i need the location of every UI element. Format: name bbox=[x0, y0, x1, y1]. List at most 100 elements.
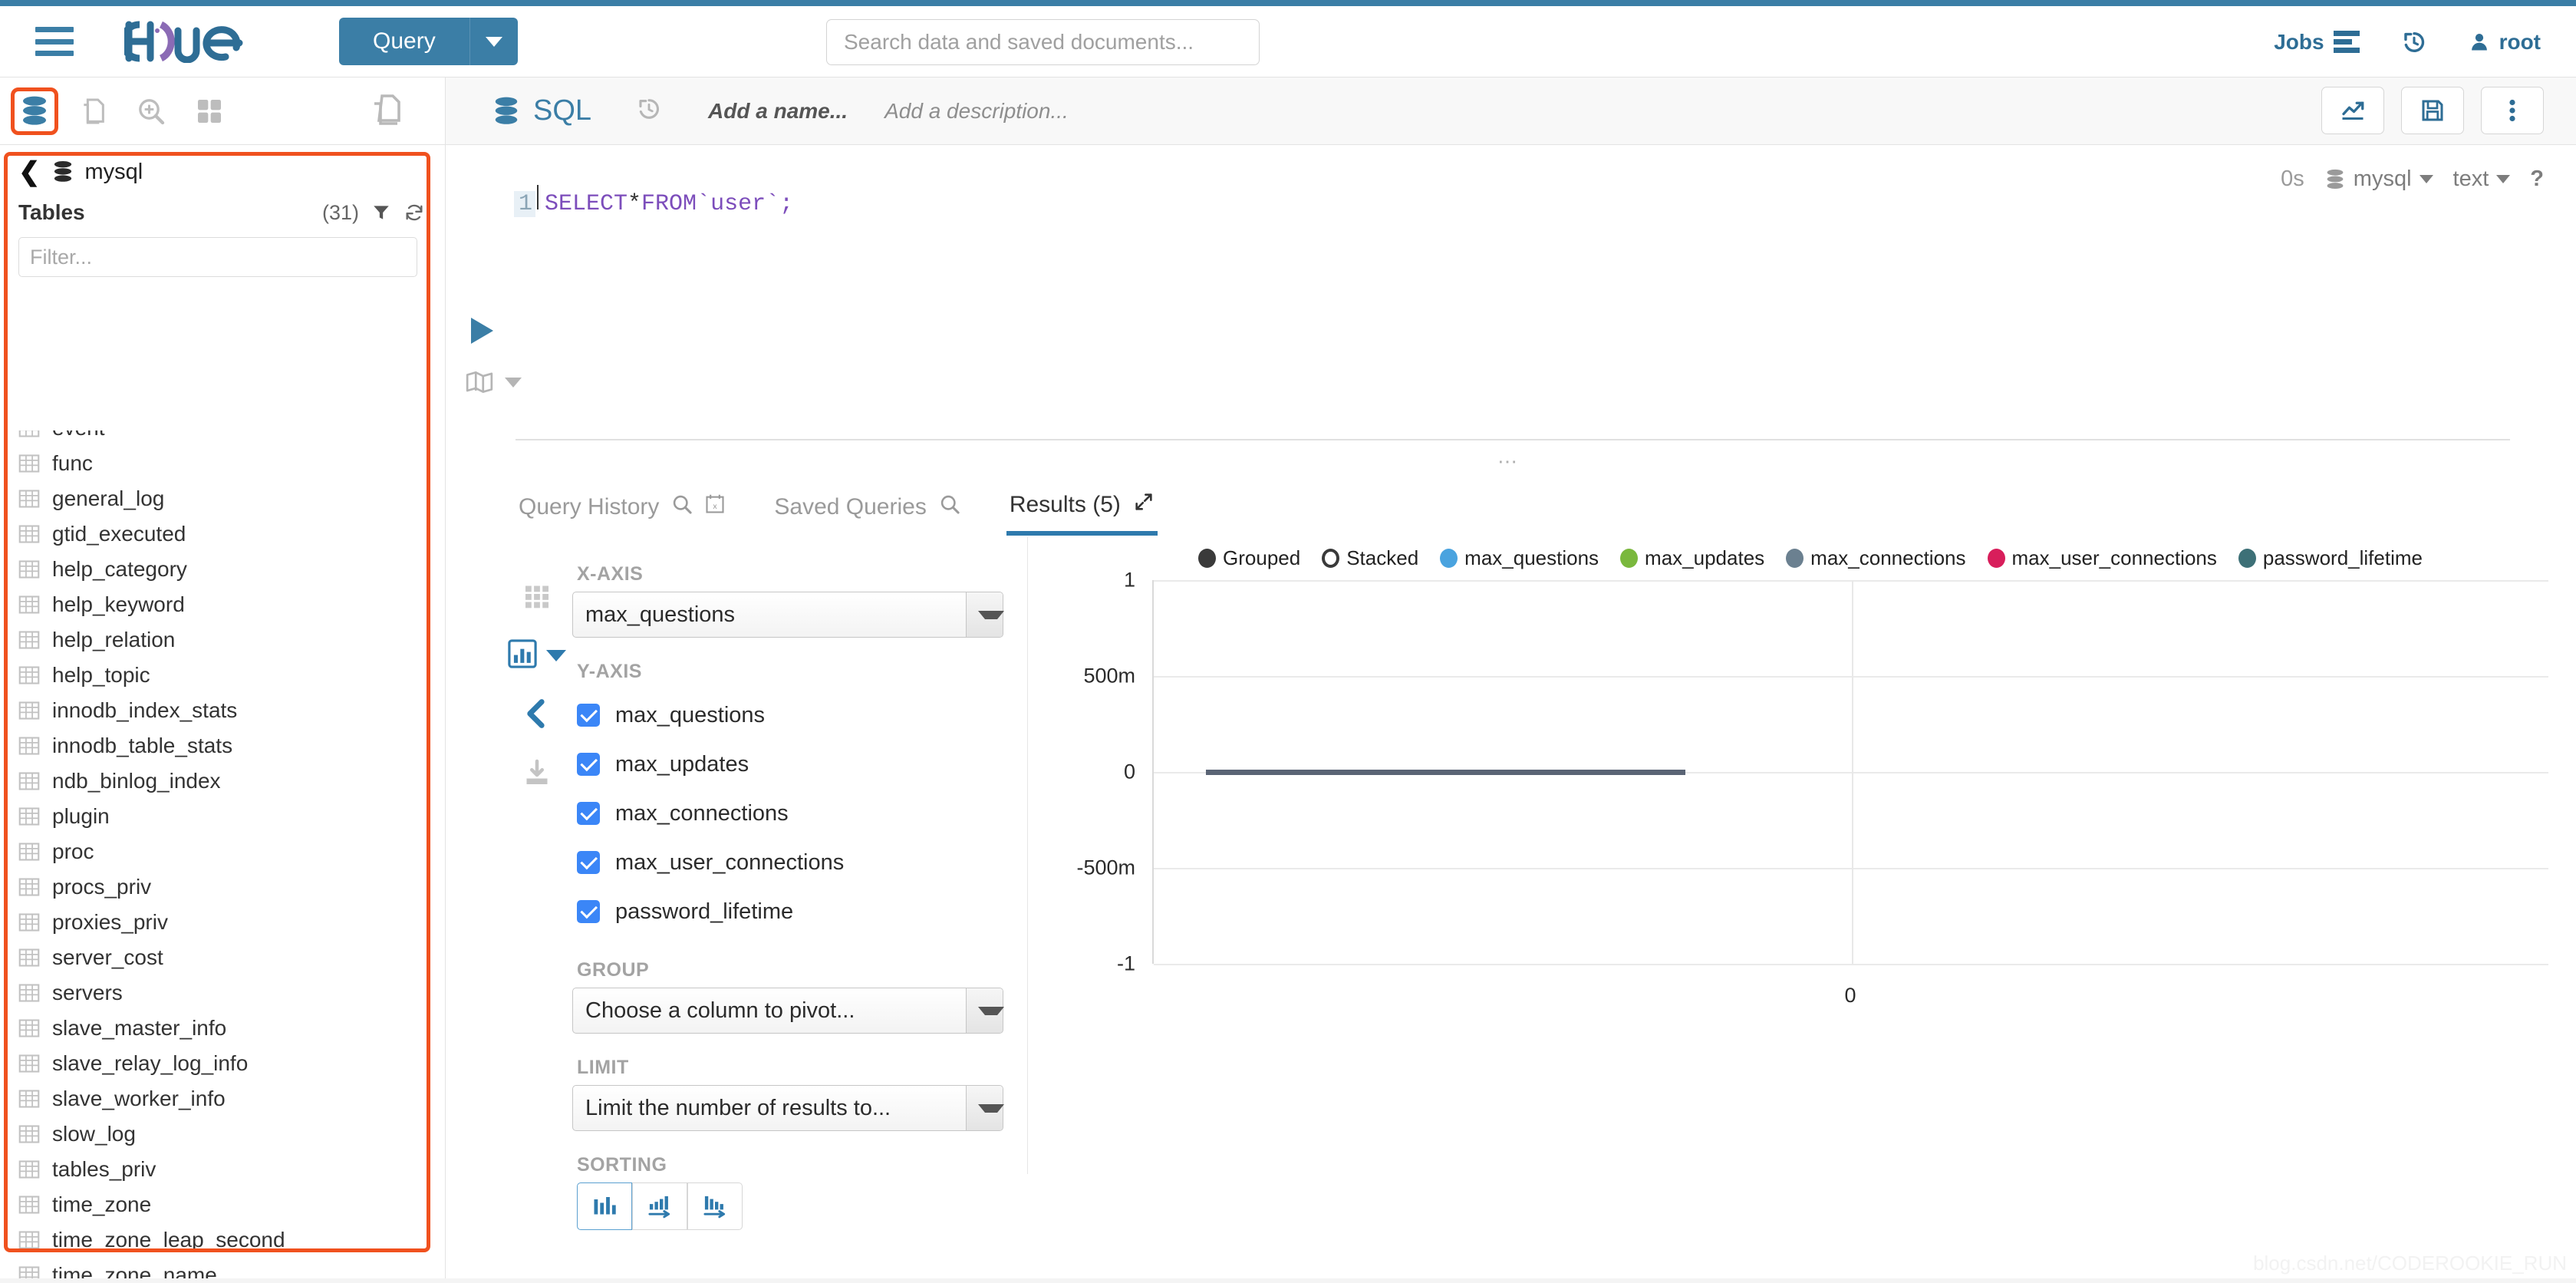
y-axis-option[interactable]: max_updates bbox=[572, 740, 1027, 789]
funnel-icon[interactable] bbox=[371, 203, 391, 223]
sort-ascending-button[interactable] bbox=[632, 1182, 687, 1230]
table-list-item[interactable]: func bbox=[0, 446, 441, 481]
grid-view-icon[interactable] bbox=[523, 583, 551, 613]
assist-grid-tab[interactable] bbox=[186, 87, 233, 135]
table-list-item[interactable]: slave_relay_log_info bbox=[0, 1046, 441, 1081]
table-list-item[interactable]: event bbox=[0, 430, 441, 446]
sort-none-button[interactable] bbox=[577, 1182, 632, 1230]
checkbox-max_updates[interactable] bbox=[577, 753, 600, 776]
expand-icon[interactable] bbox=[1133, 491, 1155, 519]
hamburger-menu-icon[interactable] bbox=[35, 27, 74, 56]
table-list-item[interactable]: innodb_index_stats bbox=[0, 693, 441, 728]
search-icon[interactable] bbox=[939, 493, 960, 521]
query-description-field[interactable]: Add a description... bbox=[884, 99, 1069, 124]
query-button[interactable]: Query bbox=[339, 18, 470, 65]
chevron-down-icon[interactable] bbox=[966, 988, 1004, 1033]
history-button[interactable] bbox=[2401, 29, 2427, 55]
table-list-item[interactable]: server_cost bbox=[0, 940, 441, 975]
query-dropdown-caret[interactable] bbox=[470, 18, 518, 65]
group-select[interactable]: Choose a column to pivot... bbox=[572, 988, 1004, 1034]
global-search-input[interactable] bbox=[826, 19, 1260, 65]
legend-series-max_connections[interactable]: max_connections bbox=[1786, 546, 1966, 570]
result-format-selector[interactable]: text bbox=[2453, 167, 2511, 192]
collapse-panel-icon[interactable] bbox=[524, 698, 550, 733]
table-list-item[interactable]: help_category bbox=[0, 552, 441, 587]
editor-history-button[interactable] bbox=[636, 96, 662, 126]
tab-saved-queries[interactable]: Saved Queries bbox=[771, 479, 963, 536]
assist-documents-tab[interactable] bbox=[69, 87, 117, 135]
refresh-icon[interactable] bbox=[404, 202, 425, 223]
y-axis-option[interactable]: max_user_connections bbox=[572, 838, 1027, 887]
map-icon[interactable] bbox=[465, 370, 494, 394]
assist-search-tab[interactable] bbox=[127, 87, 175, 135]
table-list-item[interactable]: slow_log bbox=[0, 1116, 441, 1152]
database-selector[interactable]: mysql bbox=[2324, 167, 2433, 192]
open-folder-button[interactable] bbox=[368, 91, 408, 133]
table-list-item[interactable]: plugin bbox=[0, 799, 441, 834]
table-list-item[interactable]: gtid_executed bbox=[0, 516, 441, 552]
legend-series-max_updates[interactable]: max_updates bbox=[1620, 546, 1764, 570]
checkbox-max_connections[interactable] bbox=[577, 802, 600, 825]
y-axis-option[interactable]: max_questions bbox=[572, 691, 1027, 740]
legend-mode-grouped[interactable]: Grouped bbox=[1198, 546, 1300, 570]
tables-list[interactable]: event func general_log gtid_executed help_ca… bbox=[0, 430, 441, 1283]
table-list-item[interactable]: help_relation bbox=[0, 622, 441, 658]
legend-series-max_questions[interactable]: max_questions bbox=[1440, 546, 1599, 570]
checkbox-password_lifetime[interactable] bbox=[577, 900, 600, 923]
table-filter-input[interactable] bbox=[18, 237, 417, 277]
caret-down-icon[interactable] bbox=[546, 650, 566, 661]
table-list-item[interactable]: innodb_table_stats bbox=[0, 728, 441, 764]
resize-handle[interactable]: ⋯ bbox=[1497, 450, 1520, 473]
limit-select[interactable]: Limit the number of results to... bbox=[572, 1085, 1004, 1131]
hue-logo[interactable] bbox=[119, 20, 285, 64]
chevron-down-icon[interactable] bbox=[966, 592, 1004, 637]
table-list-item[interactable]: slave_master_info bbox=[0, 1011, 441, 1046]
calendar-x-icon[interactable]: x bbox=[705, 493, 725, 521]
table-list-item[interactable]: time_zone bbox=[0, 1187, 441, 1222]
bar-chart-icon[interactable] bbox=[508, 639, 537, 672]
table-list-item[interactable]: slave_worker_info bbox=[0, 1081, 441, 1116]
code-editor-content[interactable]: 1 SELECT * FROM `user`; bbox=[514, 185, 793, 217]
legend-series-max_user_connections[interactable]: max_user_connections bbox=[1987, 546, 2217, 570]
table-list-item[interactable]: time_zone_leap_second bbox=[0, 1222, 441, 1258]
legend-series-password_lifetime[interactable]: password_lifetime bbox=[2238, 546, 2423, 570]
save-button[interactable] bbox=[2401, 87, 2464, 134]
query-name-field[interactable]: Add a name... bbox=[708, 99, 848, 124]
table-icon bbox=[18, 1054, 40, 1073]
query-button-group[interactable]: Query bbox=[339, 18, 518, 65]
jobs-link[interactable]: Jobs bbox=[2274, 30, 2360, 54]
table-list-item[interactable]: proc bbox=[0, 834, 441, 869]
search-icon[interactable] bbox=[671, 493, 693, 521]
sort-descending-button[interactable] bbox=[687, 1182, 743, 1230]
help-icon[interactable]: ? bbox=[2530, 167, 2544, 192]
table-list-item[interactable]: help_keyword bbox=[0, 587, 441, 622]
checkbox-max_user_connections[interactable] bbox=[577, 851, 600, 874]
user-menu[interactable]: root bbox=[2469, 30, 2541, 54]
table-list-item[interactable]: procs_priv bbox=[0, 869, 441, 905]
chevron-down-icon[interactable] bbox=[966, 1086, 1004, 1130]
table-list-item[interactable]: help_topic bbox=[0, 658, 441, 693]
table-list-item[interactable]: ndb_binlog_index bbox=[0, 764, 441, 799]
table-list-item[interactable]: proxies_priv bbox=[0, 905, 441, 940]
legend-mode-stacked[interactable]: Stacked bbox=[1322, 546, 1418, 570]
more-options-button[interactable] bbox=[2481, 87, 2544, 134]
table-list-item[interactable]: general_log bbox=[0, 481, 441, 516]
database-name[interactable]: mysql bbox=[85, 160, 143, 185]
run-query-button[interactable] bbox=[471, 318, 493, 344]
table-list-item[interactable]: servers bbox=[0, 975, 441, 1011]
checkbox-max_questions[interactable] bbox=[577, 704, 600, 727]
y-axis-option[interactable]: password_lifetime bbox=[572, 887, 1027, 936]
chevron-down-icon[interactable] bbox=[505, 377, 522, 388]
table-name: proxies_priv bbox=[52, 910, 168, 934]
chart-toggle-button[interactable] bbox=[2321, 87, 2384, 134]
sql-type-indicator[interactable]: SQL bbox=[492, 94, 591, 127]
x-axis-select[interactable]: max_questions bbox=[572, 592, 1004, 638]
assist-database-tab[interactable] bbox=[11, 87, 58, 135]
table-list-item[interactable]: tables_priv bbox=[0, 1152, 441, 1187]
chevron-left-icon[interactable]: ❮ bbox=[18, 159, 41, 185]
y-axis-option[interactable]: max_connections bbox=[572, 789, 1027, 838]
download-icon[interactable] bbox=[523, 759, 551, 790]
tab-results-5[interactable]: Results (5) bbox=[1006, 479, 1158, 536]
tab-query-history[interactable]: Query History x bbox=[516, 479, 728, 536]
svg-text:x: x bbox=[713, 502, 718, 511]
